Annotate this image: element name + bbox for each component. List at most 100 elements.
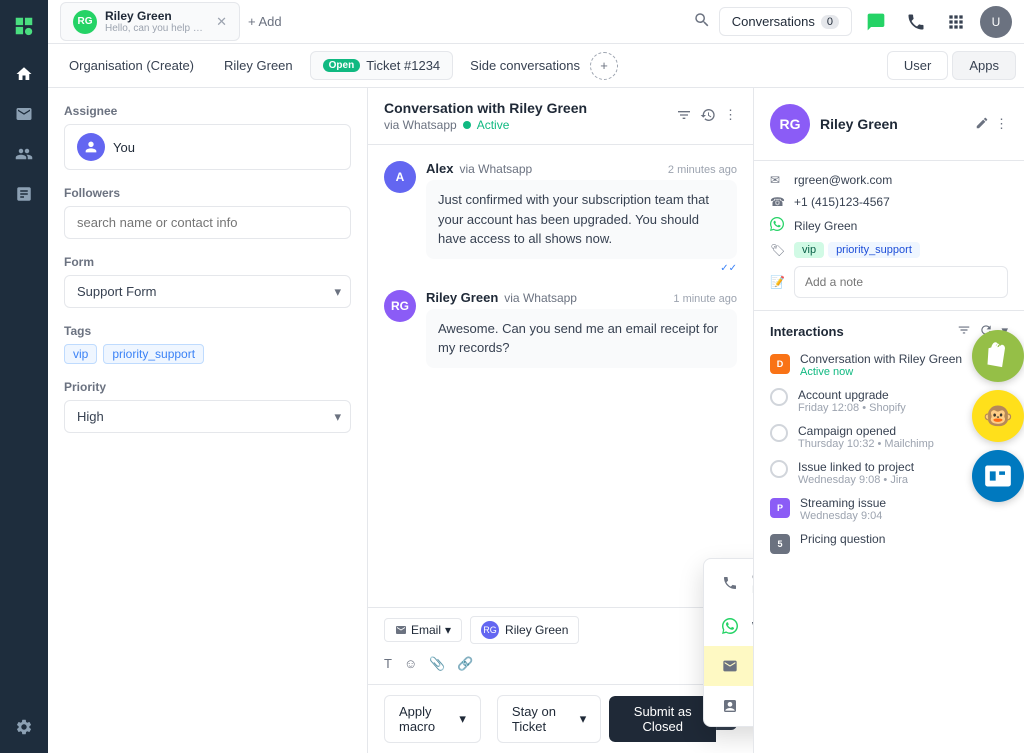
priority-label: Priority: [64, 380, 351, 394]
message-1-text: Just confirmed with your subscription te…: [426, 180, 737, 259]
tag-vip[interactable]: vip: [64, 344, 97, 364]
user-tags-row: 🏷 vip priority_support: [770, 242, 1008, 258]
search-icon[interactable]: [693, 11, 711, 32]
sidebar-nav: [0, 0, 48, 753]
user-avatar-topbar[interactable]: U: [980, 6, 1012, 38]
interaction-dot-gray: 5: [770, 534, 790, 554]
composer-bar: Email ▾ RG Riley Green T ☺ 📎 🔗: [368, 607, 753, 684]
nav-analytics[interactable]: [6, 176, 42, 212]
emoji-icon[interactable]: ☺: [404, 656, 417, 672]
dropdown-whatsapp-label: Whatsapp: [752, 619, 754, 634]
interaction-dot-empty-1: [770, 388, 788, 406]
note-icon-panel: 📝: [770, 275, 786, 289]
nav-home[interactable]: [6, 56, 42, 92]
dropdown-whatsapp[interactable]: Whatsapp: [704, 606, 754, 646]
phone-icon[interactable]: [900, 6, 932, 38]
user-phone: +1 (415)123-4567: [794, 195, 890, 209]
status-active: Active: [477, 118, 510, 132]
tab-contact-name: Riley Green: [105, 9, 208, 23]
user-avatar-panel: RG: [770, 104, 810, 144]
composer-type-button[interactable]: Email ▾: [384, 618, 462, 642]
user-whatsapp: Riley Green: [794, 219, 857, 233]
user-note-row: 📝: [770, 266, 1008, 298]
email-icon: ✉: [770, 173, 786, 187]
action-bar: Apply macro ▾ Stay on Ticket ▾ Submit as…: [368, 684, 753, 753]
add-tab-button[interactable]: + Add: [248, 14, 282, 29]
dropdown-internal-note[interactable]: Internal note: [704, 686, 754, 726]
priority-select-wrap: High Medium Low ▾: [64, 400, 351, 433]
body-area: Assignee You Followers Form: [48, 88, 1024, 753]
side-conv-add-icon[interactable]: +: [590, 52, 618, 80]
tab-ticket[interactable]: Open Ticket #1234: [310, 51, 454, 80]
tab-contact[interactable]: Riley Green: [211, 51, 306, 80]
followers-label: Followers: [64, 186, 351, 200]
user-tag-vip[interactable]: vip: [794, 242, 824, 258]
user-header: RG Riley Green ⋮: [754, 88, 1024, 161]
nav-settings[interactable]: [6, 709, 42, 745]
apply-macro-button[interactable]: Apply macro ▾: [384, 695, 481, 743]
user-tag-priority[interactable]: priority_support: [828, 242, 920, 258]
stay-chevron: ▾: [580, 711, 587, 727]
link-icon[interactable]: 🔗: [457, 656, 473, 672]
form-section: Form Support Form ▾: [64, 255, 351, 308]
tab-user-button[interactable]: User: [887, 51, 948, 80]
mailchimp-app-icon[interactable]: 🐵: [972, 390, 1024, 442]
conv-header: Conversation with Riley Green via Whatsa…: [368, 88, 753, 145]
filter-icon[interactable]: [676, 107, 692, 126]
interaction-dot-purple: P: [770, 498, 790, 518]
message-2: RG Riley Green via Whatsapp 1 minute ago…: [384, 290, 737, 368]
interactions-title: Interactions: [770, 324, 951, 339]
more-user-icon[interactable]: ⋮: [995, 116, 1008, 133]
tag-priority-support[interactable]: priority_support: [103, 344, 204, 364]
center-panel: Conversation with Riley Green via Whatsa…: [368, 88, 754, 753]
dropdown-note-label: Internal note: [752, 699, 754, 714]
conversations-button[interactable]: Conversations 0: [719, 7, 852, 36]
shopify-app-icon[interactable]: [972, 330, 1024, 382]
top-bar: RG Riley Green Hello, can you help me? ✕…: [48, 0, 1024, 44]
interactions-filter-icon[interactable]: [957, 323, 971, 340]
active-tab[interactable]: RG Riley Green Hello, can you help me? ✕: [60, 2, 240, 41]
nav-logo[interactable]: [6, 8, 42, 44]
text-format-icon[interactable]: T: [384, 656, 392, 672]
user-name: Riley Green: [820, 116, 965, 132]
chat-status-icon[interactable]: [860, 6, 892, 38]
dropdown-call[interactable]: Call Enter a number: [704, 559, 754, 606]
dropdown-email[interactable]: Email: [704, 646, 754, 686]
tags-container: vip priority_support: [64, 344, 351, 364]
assignee-box[interactable]: You: [64, 124, 351, 170]
priority-select[interactable]: High Medium Low: [64, 400, 351, 433]
assignee-label: Assignee: [64, 104, 351, 118]
tab-side-conversations[interactable]: Side conversations +: [457, 45, 631, 87]
more-icon[interactable]: ⋮: [724, 107, 737, 126]
attachment-icon[interactable]: 📎: [429, 656, 445, 672]
status-dot: [463, 121, 471, 129]
nav-inbox[interactable]: [6, 96, 42, 132]
close-tab-icon[interactable]: ✕: [216, 14, 227, 30]
macro-chevron: ▾: [459, 711, 466, 727]
interaction-dot-empty-3: [770, 460, 788, 478]
grid-icon[interactable]: [940, 6, 972, 38]
tab-organisation[interactable]: Organisation (Create): [56, 51, 207, 80]
tags-label: Tags: [64, 324, 351, 338]
nav-contacts[interactable]: [6, 136, 42, 172]
form-select[interactable]: Support Form: [64, 275, 351, 308]
followers-input[interactable]: [64, 206, 351, 239]
history-icon[interactable]: [700, 107, 716, 126]
email-dropdown-icon: [720, 656, 740, 676]
top-bar-icons: U: [860, 6, 1012, 38]
composer-tools: T ☺ 📎 🔗: [384, 652, 737, 676]
edit-icon[interactable]: [975, 116, 989, 133]
main-content: RG Riley Green Hello, can you help me? ✕…: [48, 0, 1024, 753]
composer-assignee-button[interactable]: RG Riley Green: [470, 616, 579, 644]
tab-contact-subtitle: Hello, can you help me?: [105, 23, 208, 34]
note-input[interactable]: [794, 266, 1008, 298]
submit-as-closed-button[interactable]: Submit as Closed: [609, 696, 716, 742]
trello-app-icon[interactable]: [972, 450, 1024, 502]
tab-apps-button[interactable]: Apps: [952, 51, 1016, 80]
whatsapp-icon: [720, 616, 740, 636]
stay-on-ticket-button[interactable]: Stay on Ticket ▾: [497, 695, 601, 743]
interaction-dot-orange: D: [770, 354, 790, 374]
composer-type-label: Email: [411, 623, 441, 637]
composer-assignee-avatar: RG: [481, 621, 499, 639]
message-1-read: ✓✓: [426, 263, 737, 274]
